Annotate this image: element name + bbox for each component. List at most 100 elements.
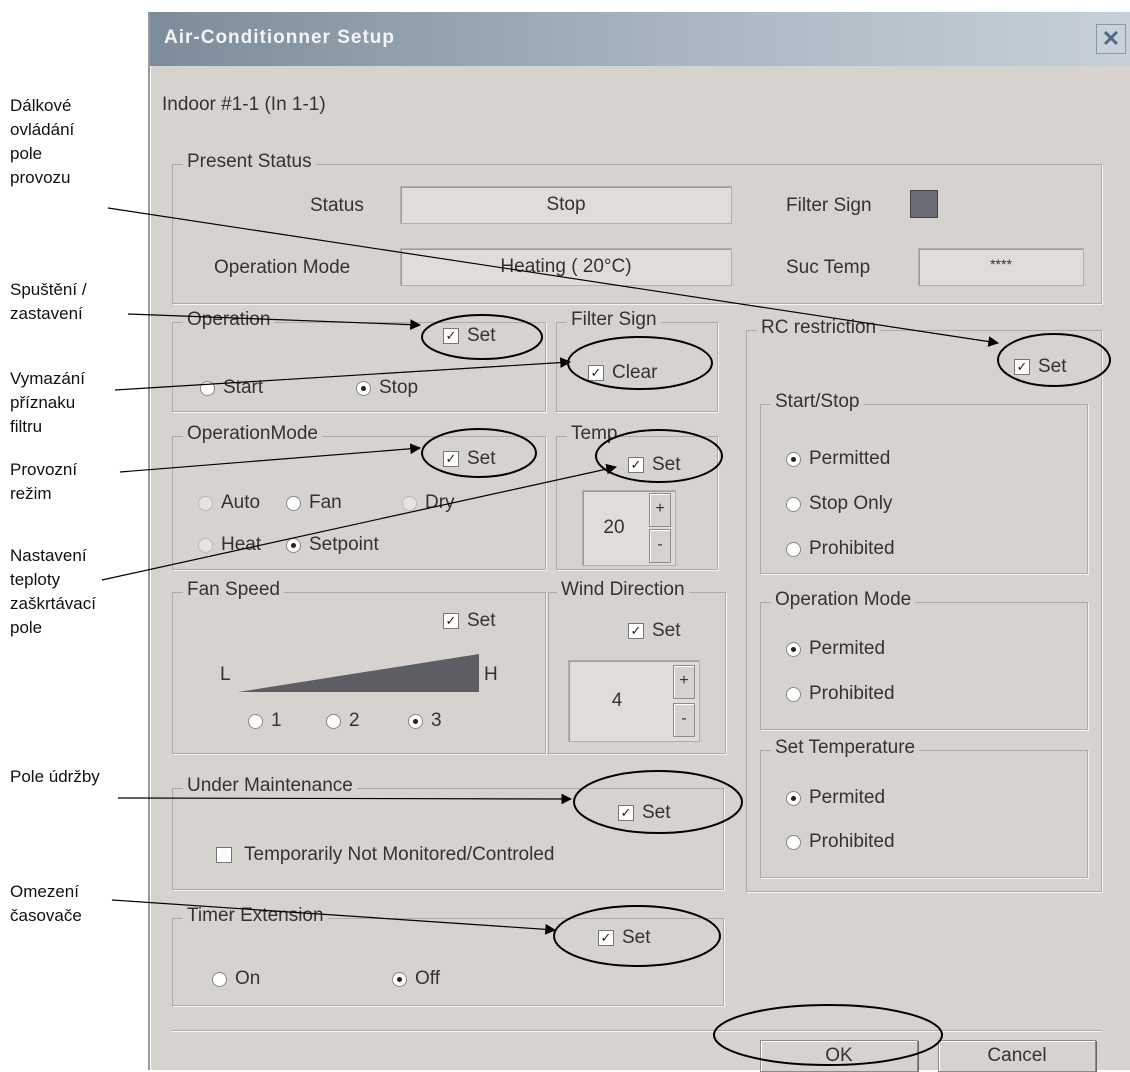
annotation-remote-control: Dálkové ovládání pole provozu <box>10 96 75 187</box>
wind-minus-button[interactable]: - <box>673 703 695 737</box>
radio-dot <box>786 541 801 557</box>
cancel-button[interactable]: Cancel <box>938 1040 1096 1072</box>
timer-extension-set-checkbox[interactable]: ✓ Set <box>598 927 651 949</box>
fan-speed-1-radio[interactable]: 1 <box>248 710 282 732</box>
operation-set-checkbox[interactable]: ✓ Set <box>443 325 496 347</box>
rc-start-stop-legend: Start/Stop <box>771 391 864 413</box>
fan-speed-set-label: Set <box>467 610 496 631</box>
wind-direction-value: 4 <box>611 690 623 711</box>
rc-set-temperature-permitted-label: Permited <box>809 787 886 808</box>
under-maintenance-legend: Under Maintenance <box>183 775 357 797</box>
rc-start-stop-permitted-radio[interactable]: Permitted <box>786 448 890 470</box>
temp-set-checkbox[interactable]: ✓ Set <box>628 454 681 476</box>
title-bar[interactable]: Air-Conditionner Setup ✕ <box>150 12 1130 66</box>
operation-legend: Operation <box>183 309 275 331</box>
filter-sign-legend: Filter Sign <box>567 309 661 331</box>
mode-setpoint-radio[interactable]: Setpoint <box>286 534 379 556</box>
radio-dot <box>356 380 371 396</box>
temp-spinner[interactable]: 20 + - <box>582 490 676 566</box>
wind-direction-set-label: Set <box>652 620 681 641</box>
timer-on-radio[interactable]: On <box>212 968 260 990</box>
filter-sign-indicator <box>910 190 938 218</box>
checkbox-box: ✓ <box>628 623 644 639</box>
mode-fan-label: Fan <box>309 492 342 513</box>
radio-dot <box>248 713 263 729</box>
under-maintenance-set-label: Set <box>642 802 671 823</box>
radio-dot <box>786 641 801 657</box>
rc-operation-mode-prohibited-label: Prohibited <box>809 683 895 704</box>
checkbox-box: ✓ <box>618 805 634 821</box>
rc-start-stop-prohibited-radio[interactable]: Prohibited <box>786 538 895 560</box>
filter-clear-label: Clear <box>612 362 658 383</box>
radio-dot <box>212 971 227 987</box>
fan-speed-slider[interactable] <box>236 652 481 694</box>
timer-extension-set-label: Set <box>622 927 651 948</box>
wind-plus-button[interactable]: + <box>673 665 695 699</box>
rc-restriction-set-label: Set <box>1038 356 1067 377</box>
mode-heat-label: Heat <box>221 534 262 555</box>
checkbox-box <box>216 847 232 863</box>
temp-plus-button[interactable]: + <box>649 493 671 527</box>
rc-set-temperature-group: Set Temperature <box>760 737 1088 878</box>
fan-speed-set-checkbox[interactable]: ✓ Set <box>443 610 496 632</box>
radio-dot <box>326 713 341 729</box>
wind-direction-spinner[interactable]: 4 + - <box>568 660 700 742</box>
mode-dry-radio[interactable]: Dry <box>402 492 455 514</box>
mode-auto-radio[interactable]: Auto <box>198 492 260 514</box>
rc-operation-mode-permitted-radio[interactable]: Permited <box>786 638 885 660</box>
rc-operation-mode-prohibited-radio[interactable]: Prohibited <box>786 683 895 705</box>
temp-set-label: Set <box>652 454 681 475</box>
operation-mode-label: Operation Mode <box>214 257 351 278</box>
wind-direction-set-checkbox[interactable]: ✓ Set <box>628 620 681 642</box>
rc-operation-mode-legend: Operation Mode <box>771 589 916 611</box>
operation-mode-field: Heating ( 20°C) <box>400 248 732 286</box>
temp-minus-button[interactable]: - <box>649 529 671 563</box>
bottom-separator <box>172 1030 1102 1032</box>
mode-fan-radio[interactable]: Fan <box>286 492 342 514</box>
fan-low-label: L <box>220 664 231 685</box>
mode-heat-radio[interactable]: Heat <box>198 534 261 556</box>
ok-button[interactable]: OK <box>760 1040 918 1072</box>
checkbox-box: ✓ <box>443 328 459 344</box>
timer-extension-legend: Timer Extension <box>183 905 328 927</box>
checkbox-box: ✓ <box>443 451 459 467</box>
radio-dot <box>402 495 417 511</box>
rc-set-temperature-permitted-radio[interactable]: Permited <box>786 787 885 809</box>
radio-dot <box>286 537 301 553</box>
close-button[interactable]: ✕ <box>1096 24 1126 54</box>
status-label: Status <box>310 195 364 216</box>
annotation-temp-setting: Nastavení teploty zaškrtávací pole <box>10 546 96 637</box>
fan-speed-2-label: 2 <box>349 710 360 731</box>
rc-start-stop-permitted-label: Permitted <box>809 448 891 469</box>
fan-speed-2-radio[interactable]: 2 <box>326 710 360 732</box>
annotation-timer-limit: Omezení časovače <box>10 882 82 925</box>
filter-sign-label: Filter Sign <box>786 195 872 216</box>
mode-auto-label: Auto <box>221 492 261 513</box>
rc-start-stop-stop-only-radio[interactable]: Stop Only <box>786 493 892 515</box>
operation-stop-radio[interactable]: Stop <box>356 377 418 399</box>
temporarily-not-monitored-checkbox[interactable]: Temporarily Not Monitored/Controled <box>216 844 554 866</box>
rc-start-stop-prohibited-label: Prohibited <box>809 538 895 559</box>
wind-direction-legend: Wind Direction <box>557 579 689 601</box>
annotation-start-stop: Spuštění / zastavení <box>10 280 87 323</box>
operation-mode-set-label: Set <box>467 448 496 469</box>
suc-temp-label: Suc Temp <box>786 257 871 278</box>
timer-off-radio[interactable]: Off <box>392 968 440 990</box>
checkbox-box: ✓ <box>598 930 614 946</box>
radio-dot <box>786 686 801 702</box>
checkbox-box: ✓ <box>1014 359 1030 375</box>
operation-start-radio[interactable]: Start <box>200 377 263 399</box>
rc-set-temperature-prohibited-radio[interactable]: Prohibited <box>786 831 895 853</box>
filter-clear-checkbox[interactable]: ✓ Clear <box>588 362 657 384</box>
mode-setpoint-label: Setpoint <box>309 534 379 555</box>
fan-speed-1-label: 1 <box>271 710 282 731</box>
rc-restriction-set-checkbox[interactable]: ✓ Set <box>1014 356 1067 378</box>
radio-dot <box>786 790 801 806</box>
rc-start-stop-stop-only-label: Stop Only <box>809 493 893 514</box>
fan-speed-3-radio[interactable]: 3 <box>408 710 442 732</box>
temp-legend: Temp <box>567 423 622 445</box>
operation-set-label: Set <box>467 325 496 346</box>
suc-temp-field: **** <box>918 248 1084 286</box>
operation-mode-set-checkbox[interactable]: ✓ Set <box>443 448 496 470</box>
under-maintenance-set-checkbox[interactable]: ✓ Set <box>618 802 671 824</box>
